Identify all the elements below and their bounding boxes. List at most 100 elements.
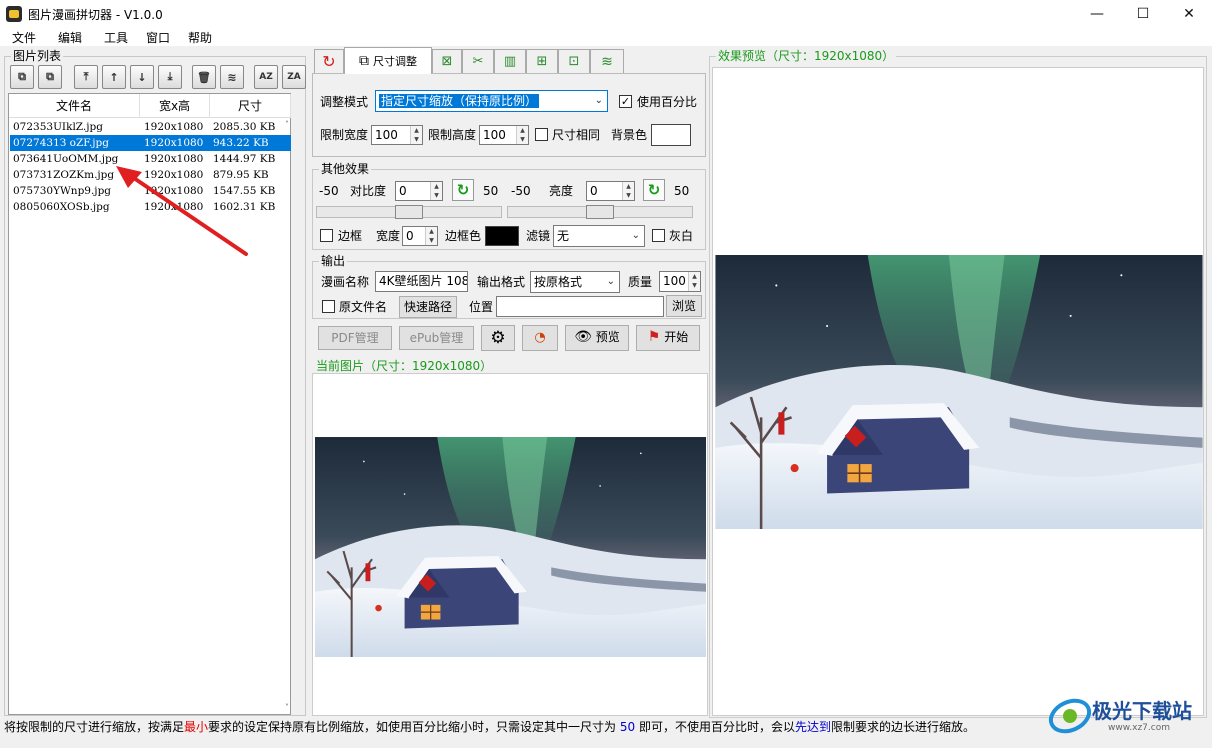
quality-label: 质量: [628, 275, 653, 289]
tab-resize[interactable]: ⧉ 尺寸调整: [344, 47, 432, 74]
watermark-logo: 极光下载站 www.xz7.com: [1048, 693, 1208, 739]
tab-split[interactable]: ✂: [462, 49, 494, 73]
tab-layers[interactable]: ≋: [590, 49, 624, 73]
stepper-icon[interactable]: ▲ ▼: [425, 227, 437, 245]
limit-height-label: 限制高度: [428, 128, 477, 142]
sort-za-button[interactable]: ZA: [282, 65, 306, 89]
delete-icon[interactable]: 🗑: [192, 65, 216, 89]
browse-button[interactable]: 浏览: [666, 295, 702, 317]
epub-manage-button[interactable]: ePub管理: [399, 326, 474, 350]
watermark-text: 极光下载站: [1092, 699, 1192, 723]
effects-title: 其他效果: [319, 162, 372, 176]
grid-icon: ⊡: [568, 54, 580, 69]
watermark-url: www.xz7.com: [1108, 723, 1170, 733]
eye-icon: 👁: [574, 329, 592, 345]
contrast-slider[interactable]: [316, 205, 502, 219]
contrast-reset-icon[interactable]: ↻: [452, 179, 474, 201]
settings-gear-icon[interactable]: ⚙: [481, 325, 515, 351]
tab-merge[interactable]: ⊞: [526, 49, 558, 73]
layers-icon: ≋: [601, 53, 613, 70]
limit-width-input[interactable]: 100 ▲ ▼: [371, 125, 423, 145]
comic-name-input[interactable]: 4K壁纸图片 1080: [375, 271, 468, 292]
rotate-icon: ↻: [322, 52, 336, 71]
table-row[interactable]: 0727431З oZF.jpg 1920x1080 943.22 KB: [10, 135, 291, 151]
tab-resize-label: 尺寸调整: [373, 55, 417, 68]
tab-crop[interactable]: ⊠: [432, 49, 462, 73]
clear-list-button[interactable]: ≋: [220, 65, 244, 89]
filename-cell: 072353UIklZ.jpg: [13, 121, 103, 133]
brightness-slider[interactable]: [507, 205, 693, 219]
move-top-button[interactable]: ⤒: [74, 65, 98, 89]
limit-height-input[interactable]: 100 ▲ ▼: [479, 125, 529, 145]
stepper-icon[interactable]: ▲ ▼: [410, 126, 422, 144]
comic-name-label: 漫画名称: [321, 275, 370, 289]
use-percent-checkbox[interactable]: ✓: [619, 95, 632, 108]
stepper-icon[interactable]: ▲ ▼: [430, 182, 442, 200]
output-format-select[interactable]: 按原格式 ⌄: [530, 271, 620, 293]
border-width-label: 宽度: [376, 229, 401, 243]
chevron-down-icon: ⌄: [594, 95, 603, 106]
column-filename[interactable]: 文件名: [9, 94, 140, 118]
current-image-title: 当前图片（尺寸：1920x1080）: [316, 359, 493, 373]
move-down-button[interactable]: ↓: [130, 65, 154, 89]
image-list-title: 图片列表: [11, 49, 64, 63]
contrast-input[interactable]: 0 ▲ ▼: [395, 181, 443, 201]
sort-az-button[interactable]: AZ: [254, 65, 278, 89]
brightness-input[interactable]: 0 ▲ ▼: [586, 181, 635, 201]
window-title: 图片漫画拼切器 - V1.0.0: [28, 8, 163, 22]
contrast-slider-thumb[interactable]: [395, 205, 423, 219]
effect-preview-image: [715, 255, 1203, 529]
menu-tools[interactable]: 工具: [104, 29, 128, 46]
tab-rotate[interactable]: ↻: [314, 49, 344, 73]
same-size-checkbox[interactable]: [535, 128, 548, 141]
quality-input[interactable]: 100 ▲ ▼: [659, 271, 701, 292]
bg-color-swatch[interactable]: [651, 124, 691, 146]
stepper-icon[interactable]: ▲ ▼: [688, 272, 700, 291]
preview-button[interactable]: 👁 预览: [565, 325, 629, 351]
column-size[interactable]: 尺寸: [210, 94, 291, 118]
brightness-reset-icon[interactable]: ↻: [643, 179, 665, 201]
maximize-button[interactable]: ☐: [1120, 0, 1166, 28]
effect-preview-title: 效果预览（尺寸：1920x1080）: [716, 49, 897, 63]
close-button[interactable]: ✕: [1166, 0, 1212, 28]
tab-ruler[interactable]: ▥: [494, 49, 526, 73]
menu-window[interactable]: 窗口: [146, 29, 170, 46]
add-folder-button[interactable]: ⧉: [38, 65, 62, 89]
tab-grid[interactable]: ⊡: [558, 49, 590, 73]
crop-icon: ⊠: [441, 54, 453, 69]
start-button[interactable]: ⚑ 开始: [636, 325, 700, 351]
contrast-min: -50: [319, 184, 339, 198]
brightness-min: -50: [511, 184, 531, 198]
location-label: 位置: [469, 300, 494, 314]
original-name-checkbox[interactable]: [322, 300, 335, 313]
menu-file[interactable]: 文件: [12, 29, 36, 46]
same-size-label: 尺寸相同: [552, 128, 601, 142]
minimize-button[interactable]: —: [1074, 0, 1120, 28]
move-bottom-button[interactable]: ⤓: [158, 65, 182, 89]
stepper-icon[interactable]: ▲ ▼: [516, 126, 528, 144]
move-up-button[interactable]: ↑: [102, 65, 126, 89]
bg-color-label: 背景色: [611, 128, 648, 142]
mode-select[interactable]: 指定尺寸缩放（保持原比例） ⌄: [375, 90, 608, 112]
quick-path-button[interactable]: 快速路径: [399, 296, 457, 318]
run-icon: ⚑: [647, 329, 661, 345]
pdf-manage-button[interactable]: PDF管理: [318, 326, 392, 350]
menu-help[interactable]: 帮助: [188, 29, 212, 46]
border-color-swatch[interactable]: [485, 226, 519, 246]
grayscale-checkbox[interactable]: [652, 229, 665, 242]
table-row[interactable]: 072353UIklZ.jpg 1920x1080 2085.30 KB: [10, 119, 291, 135]
split-icon: ✂: [472, 54, 484, 69]
column-dimensions[interactable]: 宽x高: [140, 94, 210, 118]
skin-icon[interactable]: ◔: [522, 325, 558, 351]
menu-edit[interactable]: 编辑: [58, 29, 82, 46]
filter-select[interactable]: 无 ⌄: [553, 225, 645, 247]
location-input[interactable]: [496, 296, 664, 317]
add-images-button[interactable]: ⧉: [10, 65, 34, 89]
brightness-slider-thumb[interactable]: [586, 205, 614, 219]
border-checkbox[interactable]: [320, 229, 333, 242]
chevron-down-icon: ⌄: [631, 230, 640, 241]
border-width-input[interactable]: 0 ▲ ▼: [402, 226, 438, 246]
stepper-icon[interactable]: ▲ ▼: [622, 182, 634, 200]
list-scrollbar[interactable]: ˄ ˅: [285, 118, 291, 714]
menu-bar: 文件 编辑 工具 窗口 帮助: [0, 28, 1212, 46]
